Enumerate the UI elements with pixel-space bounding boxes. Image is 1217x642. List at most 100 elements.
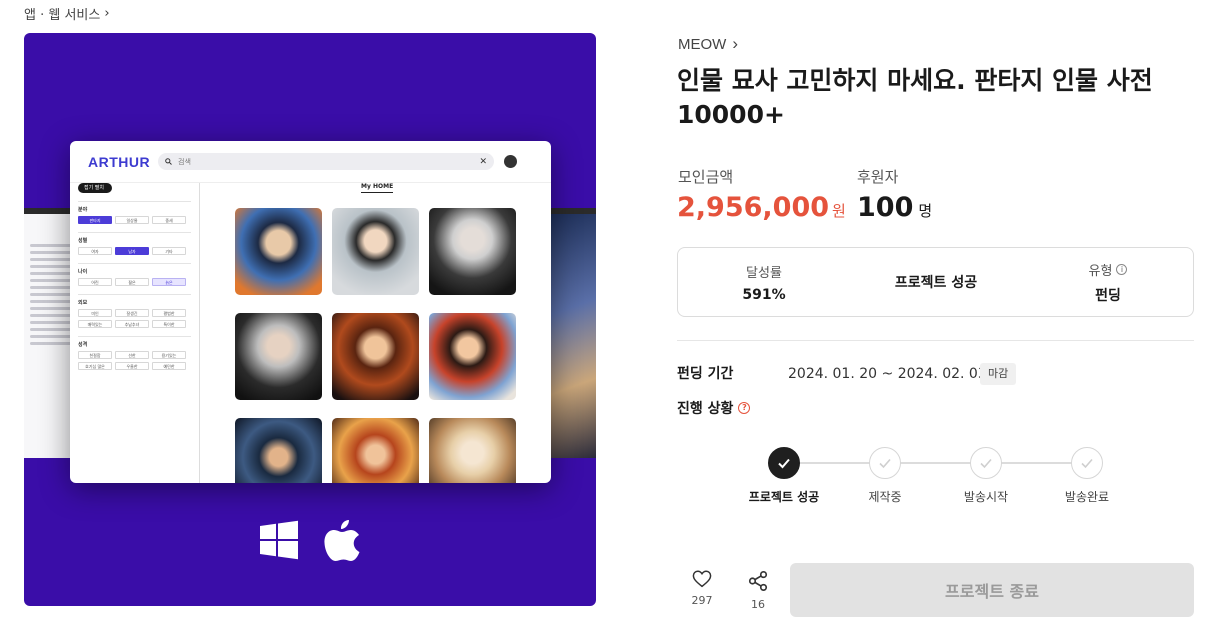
progress-step-label: 프로젝트 성공 (748, 490, 820, 504)
progress-step-label: 발송시작 (963, 490, 1009, 504)
profile-icon (504, 155, 517, 168)
filter-chip: 기타 (152, 247, 186, 255)
filter-chip: 여자 (78, 247, 112, 255)
backers-count: 100 명 (857, 192, 932, 223)
raised-value: 2,956,000 (677, 192, 830, 223)
filter-group-title: 성별 (78, 238, 88, 244)
filter-chip: 예민한 (152, 362, 186, 370)
project-title: 인물 묘사 고민하지 마세요. 판타지 인물 사전 10000+ (677, 66, 1153, 129)
check-icon (1071, 447, 1103, 479)
progress-label: 진행 상황 (677, 401, 734, 417)
close-icon: ✕ (479, 156, 487, 167)
share-icon (748, 571, 768, 591)
filter-group-title: 나이 (78, 269, 88, 275)
sidebar-toggle: 접기 펼치 (78, 183, 112, 193)
raised-label: 모인금액 (678, 168, 734, 186)
project-status-box: 달성률 591% 프로젝트 성공 유형 i 펀딩 (677, 247, 1194, 317)
filter-chip: 용기있는 (152, 351, 186, 359)
funding-type-value: 펀딩 (1095, 287, 1121, 304)
character-thumbnail (429, 208, 516, 295)
progress-heading: 진행 상황 ? (677, 398, 751, 418)
chevron-right-icon: › (104, 6, 110, 21)
check-icon (869, 447, 901, 479)
filter-group: 외모 미인 잘생긴 평범한 매력있는 추남추녀 특이한 (78, 294, 191, 328)
funding-type-stat: 유형 i 펀딩 (1022, 248, 1194, 316)
filter-chip: 젊은 (115, 278, 149, 286)
progress-step: 발송완료 (1027, 447, 1147, 505)
filter-chip: 우울한 (115, 362, 149, 370)
project-ended-button[interactable]: 프로젝트 종료 (790, 563, 1194, 617)
character-thumbnail (332, 418, 419, 483)
filter-chip: 특이한 (152, 320, 186, 328)
share-button[interactable]: 16 (738, 570, 778, 611)
filter-chip: 잘생긴 (115, 309, 149, 317)
like-button[interactable]: 297 (682, 570, 722, 607)
backers-unit: 명 (918, 202, 933, 220)
funding-period-value: 2024. 01. 20 ~ 2024. 02. 03 (788, 366, 987, 382)
character-thumbnail (235, 418, 322, 483)
filter-group-title: 외모 (78, 300, 88, 306)
app-header: ARTHUR 검색 ✕ (70, 141, 551, 183)
filter-chip: 늙은 (152, 278, 186, 286)
section-divider (677, 340, 1194, 341)
heart-icon (692, 570, 712, 588)
achievement-stat: 달성률 591% (678, 248, 850, 316)
funding-type-label-wrap: 유형 i (1089, 260, 1128, 279)
filter-chip: 미인 (78, 309, 112, 317)
filter-chip: 어린 (78, 278, 112, 286)
character-gallery (235, 208, 516, 483)
raised-unit: 원 (832, 202, 846, 220)
chevron-right-icon: › (732, 34, 738, 53)
backers-value: 100 (857, 192, 914, 223)
filter-chip: 친절함 (78, 351, 112, 359)
character-thumbnail (235, 208, 322, 295)
backers-label: 후원자 (857, 168, 899, 186)
app-logo: ARTHUR (88, 153, 151, 170)
check-icon (768, 447, 800, 479)
filter-chip: 선한 (115, 351, 149, 359)
filter-chip: 중세 (152, 216, 186, 224)
project-result: 프로젝트 성공 (850, 248, 1022, 316)
creator-name: MEOW (678, 35, 727, 53)
achievement-value: 591% (742, 286, 786, 303)
app-gallery-area: My HOME (200, 183, 551, 483)
character-thumbnail (332, 313, 419, 400)
achievement-label: 달성률 (746, 265, 782, 281)
app-search-bar: 검색 ✕ (158, 153, 494, 170)
filter-chip: 매력있는 (78, 320, 112, 328)
search-icon (165, 158, 172, 165)
filter-group-title: 분야 (78, 207, 88, 213)
filter-chip: 추남추녀 (115, 320, 149, 328)
breadcrumb-label: 앱 · 웹 서비스 (24, 8, 101, 23)
project-result-label: 프로젝트 성공 (894, 275, 978, 291)
filter-chip: 평범한 (152, 309, 186, 317)
check-icon (970, 447, 1002, 479)
like-count: 297 (691, 594, 713, 607)
filter-group: 성격 친절함 선한 용기있는 호기심 많은 우울한 예민한 (78, 336, 191, 370)
app-preview-window: ARTHUR 검색 ✕ 접기 펼치 분야 판타지 일상물 중세 성별 여자 남자… (70, 141, 551, 483)
filter-group: 성별 여자 남자 기타 (78, 232, 191, 255)
info-icon[interactable]: i (1116, 263, 1128, 275)
filter-chip: 호기심 많은 (78, 362, 112, 370)
filter-chip: 일상물 (115, 216, 149, 224)
supported-platforms (24, 518, 596, 562)
filter-chip: 판타지 (78, 216, 112, 224)
breadcrumb[interactable]: 앱 · 웹 서비스 › (24, 4, 110, 23)
filter-chip: 남자 (115, 247, 149, 255)
character-thumbnail (429, 418, 516, 483)
project-hero-image: ARTHUR 검색 ✕ 접기 펼치 분야 판타지 일상물 중세 성별 여자 남자… (24, 33, 596, 606)
creator-link[interactable]: MEOW › (678, 34, 738, 54)
character-thumbnail (429, 313, 516, 400)
filter-group: 분야 판타지 일상물 중세 (78, 201, 191, 224)
filter-group-title: 성격 (78, 342, 88, 348)
apple-icon (324, 520, 360, 561)
progress-step-label: 발송완료 (1064, 490, 1110, 504)
funding-period-label: 펀딩 기간 (677, 366, 734, 382)
help-icon[interactable]: ? (738, 402, 751, 414)
app-filter-sidebar: 접기 펼치 분야 판타지 일상물 중세 성별 여자 남자 기타 나이 어린 젊은… (70, 183, 200, 483)
funding-type-label: 유형 (1088, 263, 1113, 279)
character-thumbnail (332, 208, 419, 295)
filter-group: 나이 어린 젊은 늙은 (78, 263, 191, 286)
app-search-placeholder: 검색 (178, 157, 191, 166)
windows-icon (260, 520, 298, 560)
